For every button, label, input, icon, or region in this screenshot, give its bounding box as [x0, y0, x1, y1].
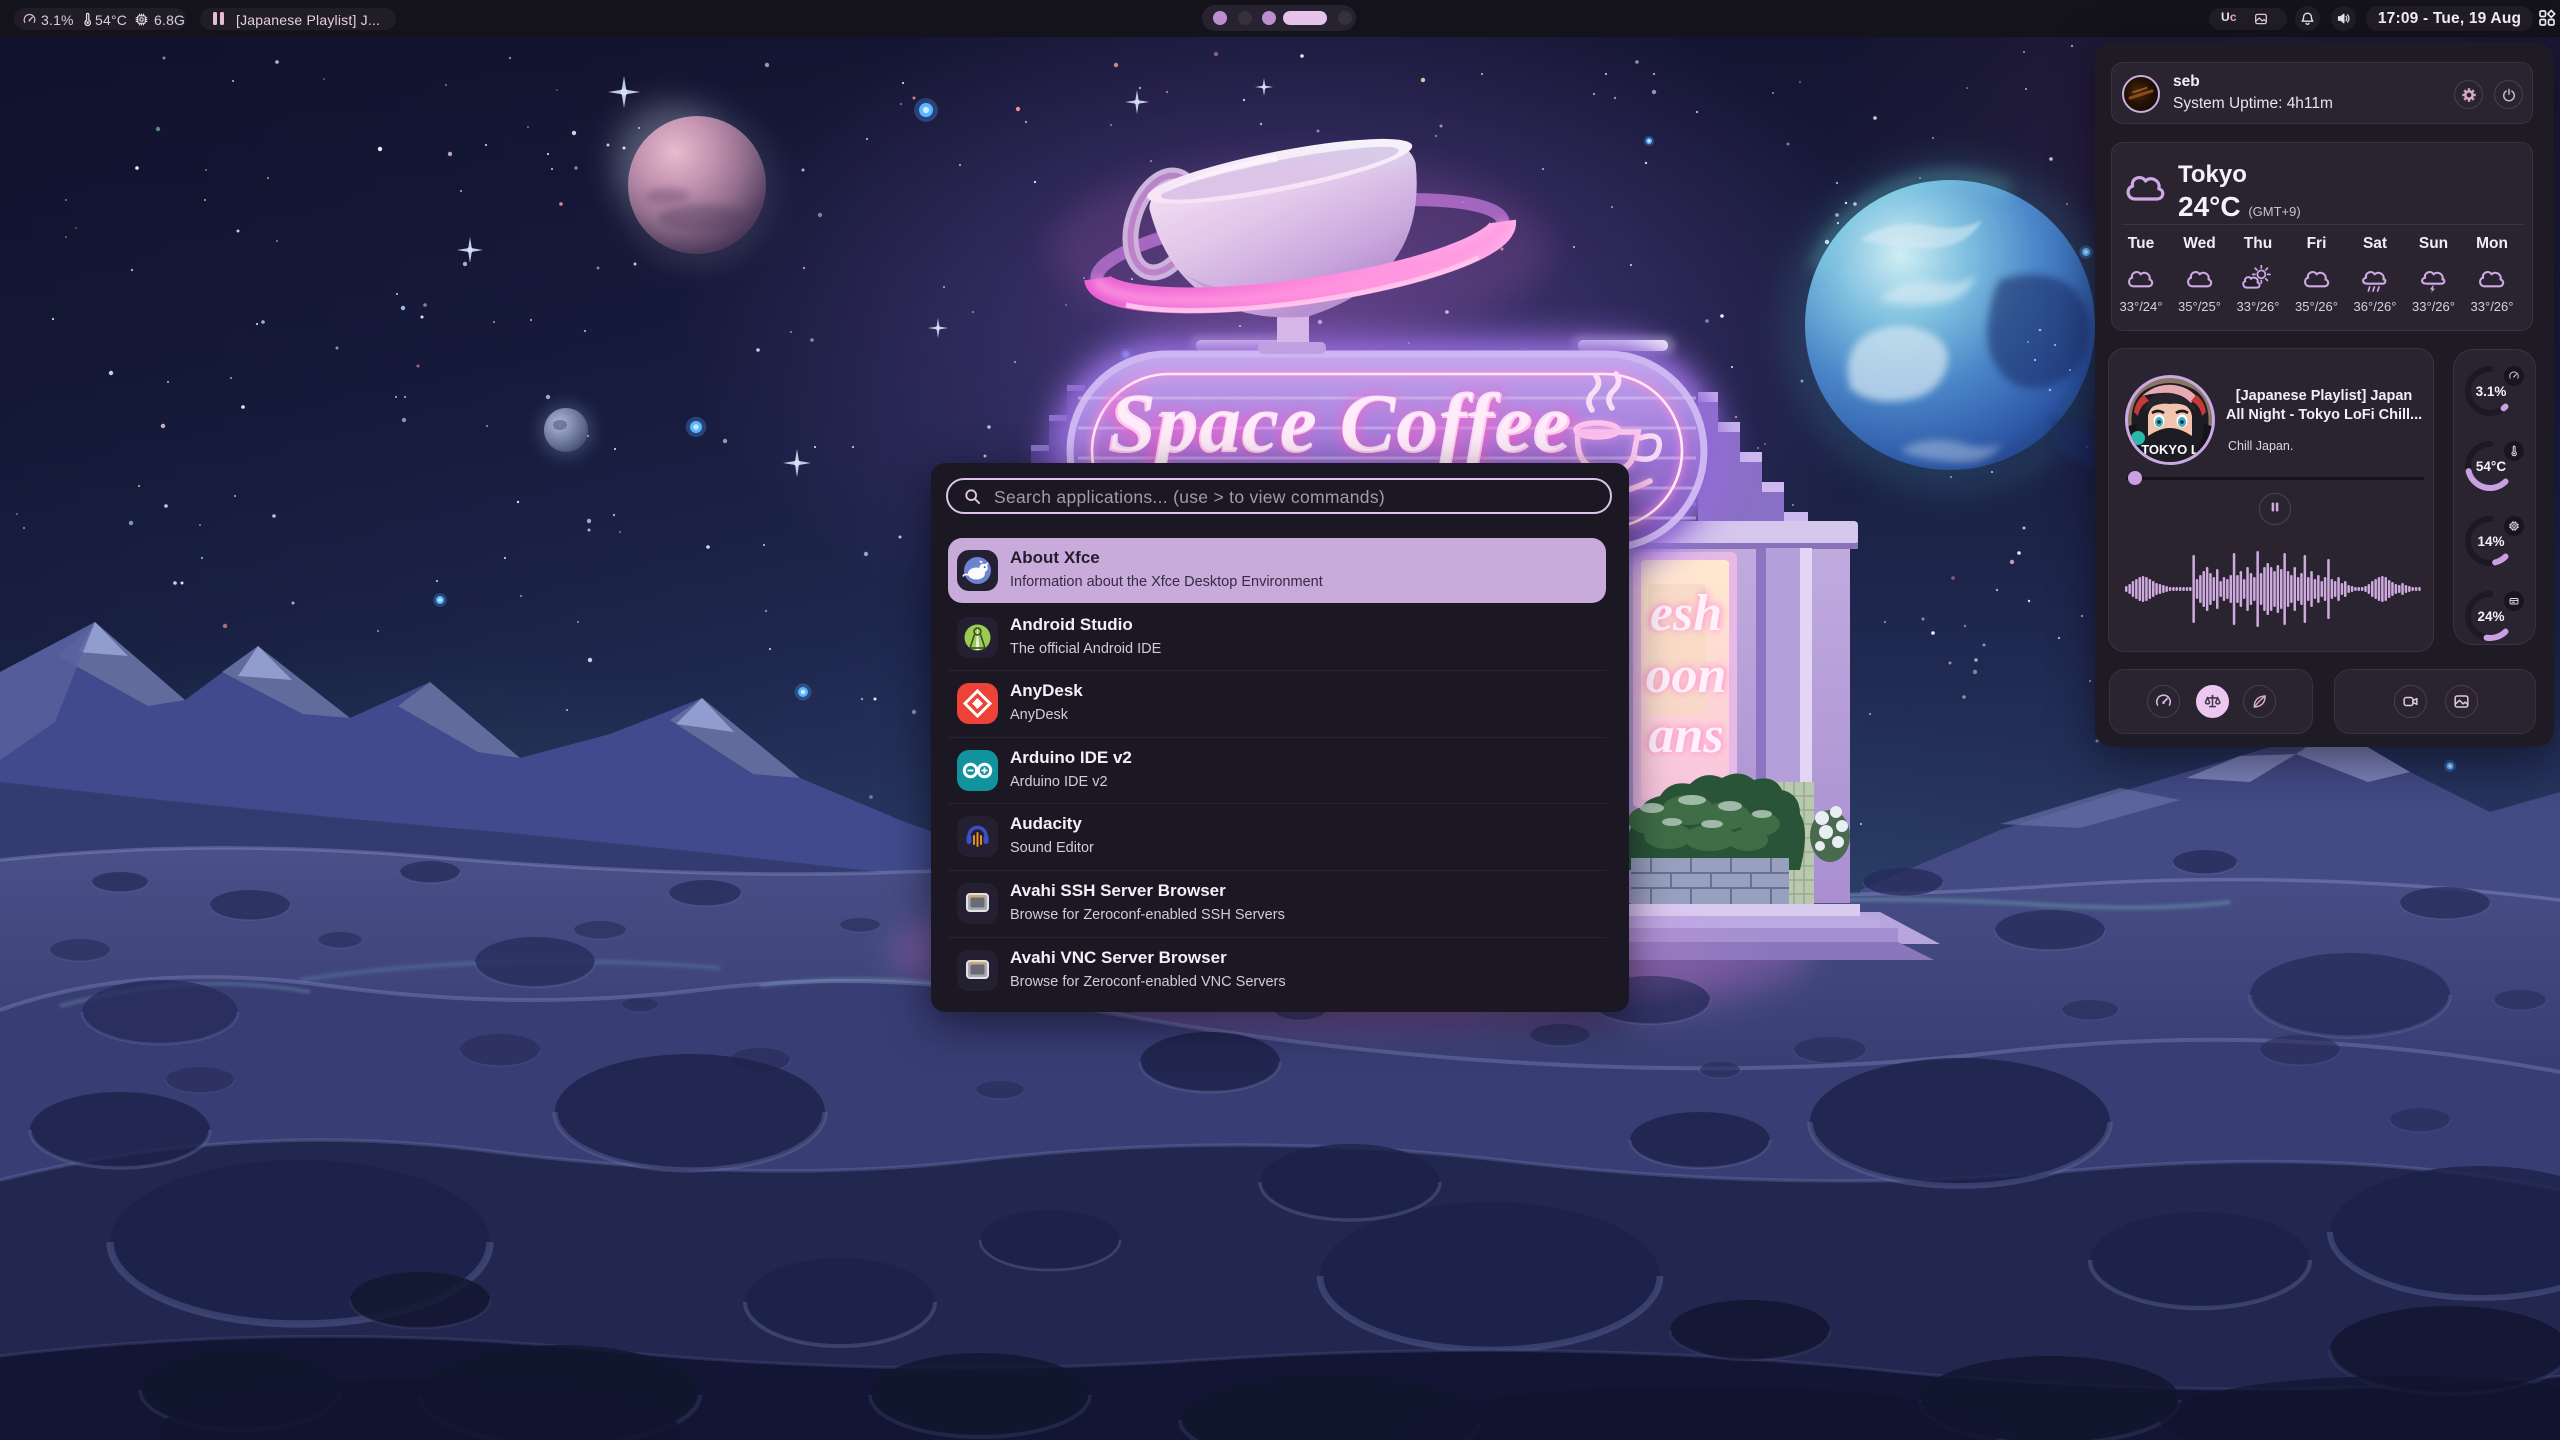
svg-text:ans: ans: [1648, 707, 1723, 764]
svg-text:esh: esh: [1650, 585, 1722, 642]
svg-text:oon: oon: [1646, 647, 1727, 704]
svg-text:3.1%: 3.1%: [2476, 384, 2507, 399]
svg-text:24%: 24%: [2477, 609, 2504, 624]
svg-text:Space Coffee: Space Coffee: [1110, 376, 1570, 468]
svg-text:14%: 14%: [2477, 534, 2504, 549]
svg-text:54°C: 54°C: [2476, 459, 2506, 474]
